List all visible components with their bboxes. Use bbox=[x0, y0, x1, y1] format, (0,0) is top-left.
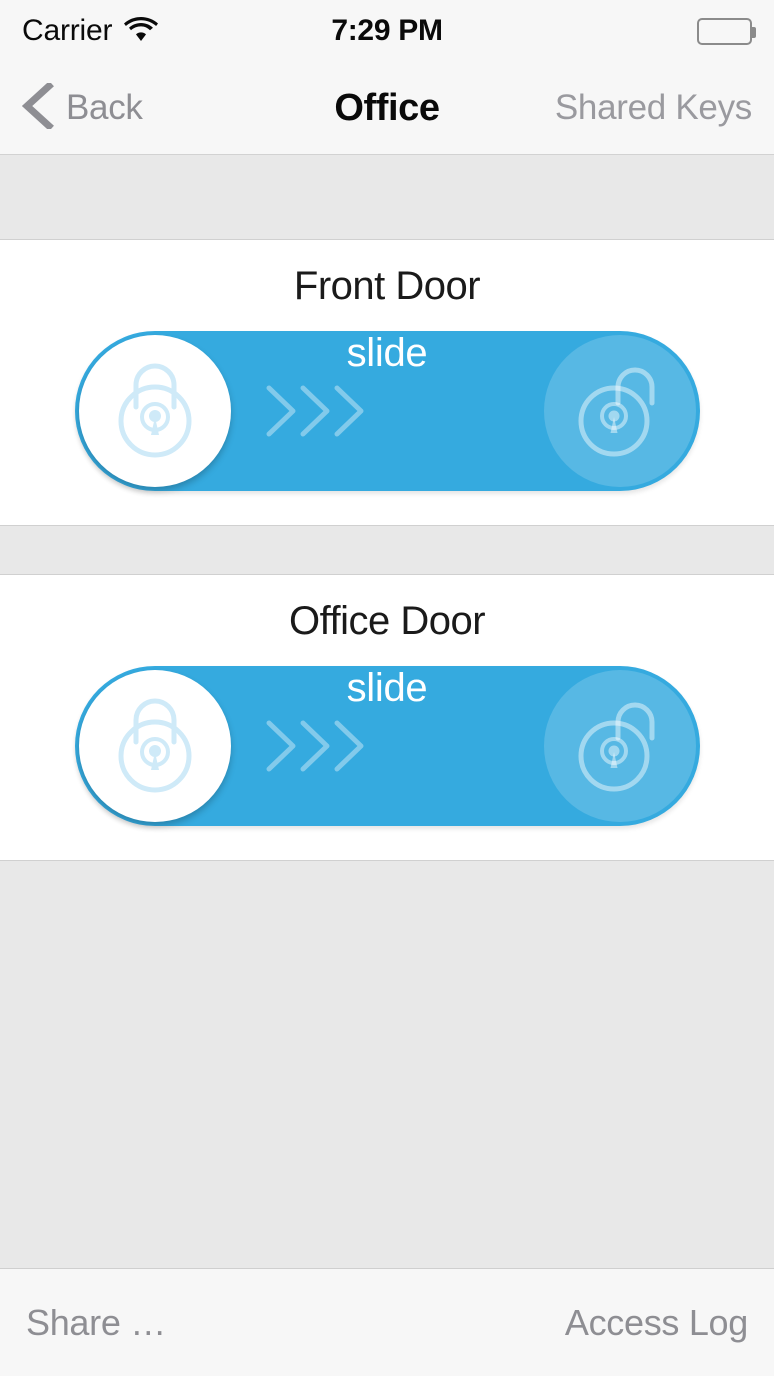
slider-knob[interactable] bbox=[78, 670, 231, 822]
status-bar: Carrier 7:29 PM bbox=[0, 0, 774, 62]
slide-to-unlock-front-door[interactable]: slide bbox=[74, 331, 700, 491]
slide-to-unlock-office-door[interactable]: slide bbox=[74, 666, 700, 826]
shared-keys-button[interactable]: Shared Keys bbox=[555, 88, 752, 128]
slider-container: slide bbox=[0, 666, 774, 826]
status-bar-right bbox=[697, 17, 756, 45]
door-section-front: Front Door slide bbox=[0, 240, 774, 525]
status-bar-left: Carrier bbox=[22, 14, 159, 48]
door-section-office: Office Door slide bbox=[0, 575, 774, 860]
door-title: Office Door bbox=[288, 599, 486, 643]
unlock-target-zone bbox=[543, 670, 696, 822]
empty-space bbox=[0, 860, 774, 1268]
door-title: Front Door bbox=[293, 264, 481, 308]
back-button[interactable]: Back bbox=[21, 80, 143, 134]
chevron-right-triple-icon bbox=[263, 717, 383, 775]
app-screen: Carrier 7:29 PM Back Office Shared Keys … bbox=[0, 0, 774, 1376]
access-log-button[interactable]: Access Log bbox=[565, 1302, 748, 1344]
unlock-target-zone bbox=[543, 335, 696, 487]
main-content: Front Door slide Office Door slide bbox=[0, 155, 774, 1268]
carrier-label: Carrier bbox=[22, 14, 113, 47]
wifi-icon bbox=[124, 16, 159, 47]
lock-closed-icon bbox=[106, 690, 204, 803]
slider-knob[interactable] bbox=[78, 335, 231, 487]
chevron-left-icon bbox=[21, 80, 54, 134]
slider-container: slide bbox=[0, 331, 774, 491]
share-button[interactable]: Share … bbox=[26, 1302, 166, 1344]
chevron-right-triple-icon bbox=[263, 382, 383, 440]
lock-closed-icon bbox=[106, 355, 204, 468]
lock-open-icon bbox=[572, 357, 668, 466]
lock-open-icon bbox=[572, 692, 668, 801]
back-button-label: Back bbox=[66, 88, 143, 127]
battery-full-icon bbox=[697, 17, 756, 45]
section-gap-middle bbox=[0, 525, 774, 575]
bottom-toolbar: Share … Access Log bbox=[0, 1268, 774, 1376]
section-gap-top bbox=[0, 155, 774, 240]
navigation-bar: Back Office Shared Keys bbox=[0, 62, 774, 155]
